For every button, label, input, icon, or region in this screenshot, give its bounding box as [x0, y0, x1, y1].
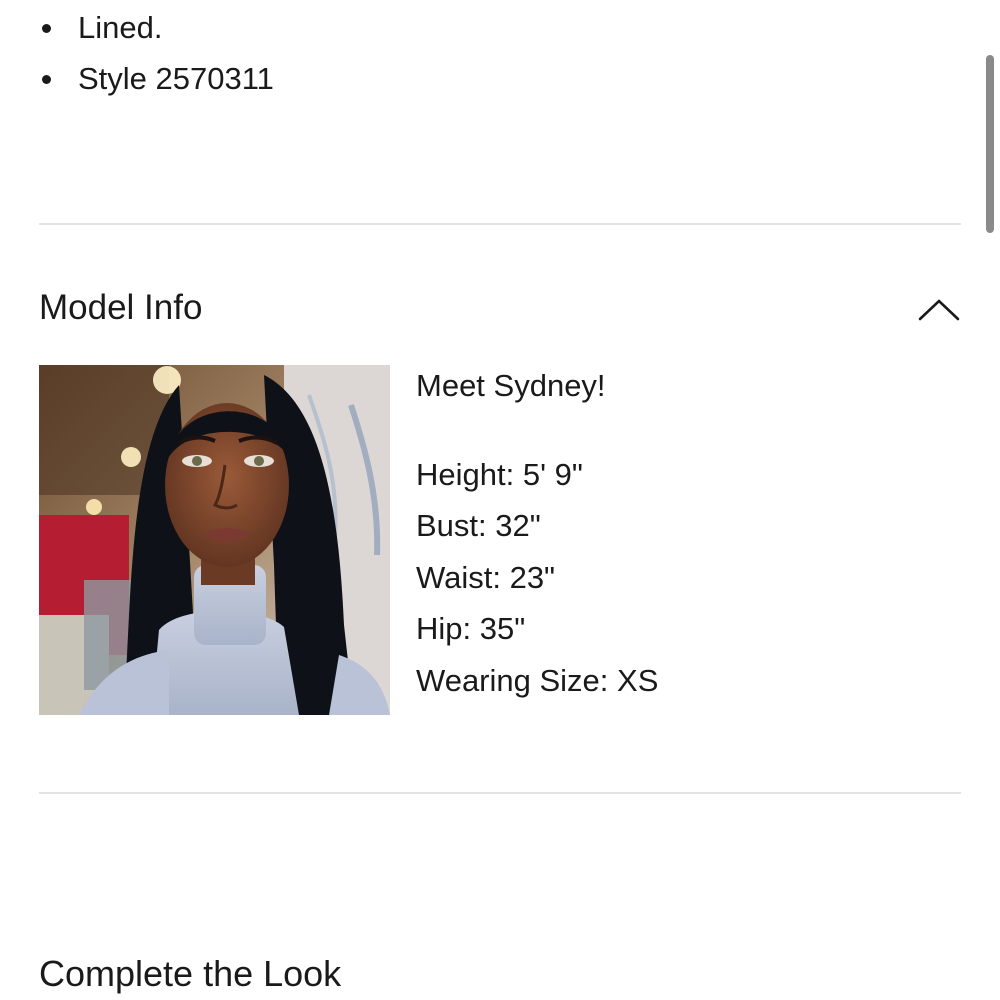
complete-the-look-title: Complete the Look [39, 953, 342, 994]
list-item-text: Style 2570311 [78, 61, 274, 96]
model-info-header[interactable]: Model Info [39, 284, 961, 332]
bullet-dot [42, 75, 51, 84]
model-bust: Bust: 32" [416, 508, 541, 543]
section-divider [39, 792, 961, 794]
model-intro: Meet Sydney! [416, 368, 606, 403]
list-item-text: Lined. [78, 10, 163, 45]
model-wearing-size: Wearing Size: XS [416, 663, 659, 698]
model-photo [39, 365, 390, 715]
model-info-title: Model Info [39, 288, 203, 327]
model-height: Height: 5' 9" [416, 457, 583, 492]
bullet-dot [42, 24, 51, 33]
model-hip: Hip: 35" [416, 611, 526, 646]
chevron-up-icon[interactable] [917, 290, 961, 326]
scrollbar[interactable] [986, 55, 994, 233]
model-waist: Waist: 23" [416, 560, 556, 595]
section-divider [39, 223, 961, 225]
product-details-page: Lined. Style 2570311 Model Info Meet Syd… [0, 0, 1000, 1000]
